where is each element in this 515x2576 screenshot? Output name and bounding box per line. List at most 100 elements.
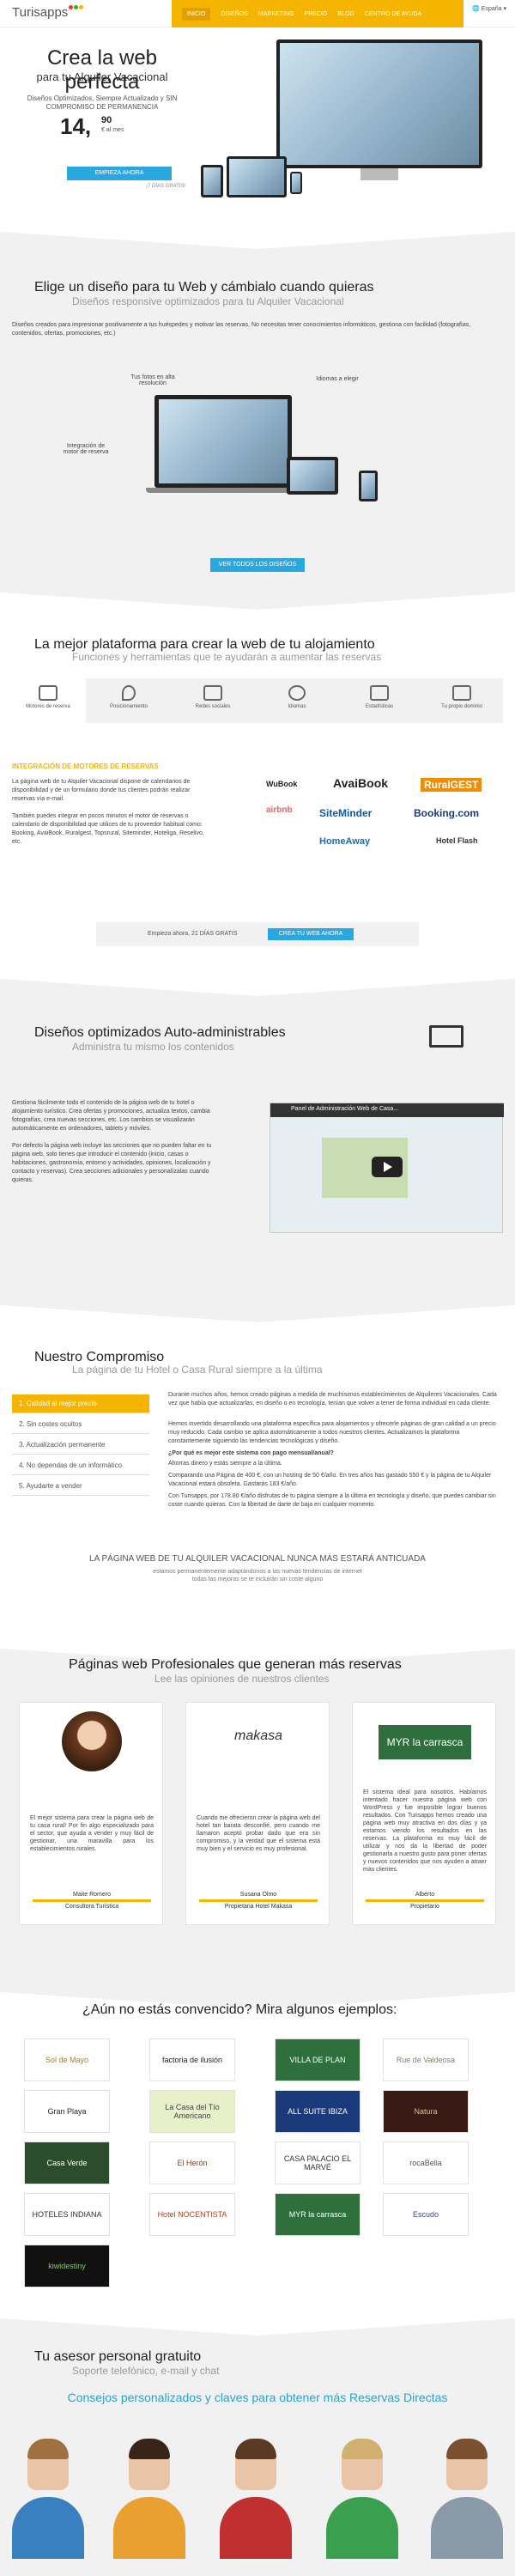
play-icon[interactable]	[372, 1157, 403, 1177]
example-logo[interactable]: Rue de Valdeosa	[383, 2038, 469, 2081]
advisor-photo	[319, 2439, 405, 2559]
menu-item-ayuda[interactable]: CENTRO DE AYUDA	[365, 11, 421, 17]
tab-updates[interactable]: 3. Actualización permanente	[12, 1436, 149, 1455]
commitment-p5: Con Turisapps, por 178.80 €/año disfruta…	[168, 1493, 496, 1508]
create-web-button[interactable]: CREA TU WEB AHORA	[268, 928, 354, 940]
section-divider	[0, 979, 515, 996]
platform-section: La mejor plataforma para crear la web de…	[0, 592, 515, 979]
menu-item-inicio[interactable]: INICIO	[182, 7, 211, 21]
tag-photos: Tus fotos en alta resolución	[130, 374, 175, 386]
admin-subtitle: Administra tu mismo los contenidos	[72, 1041, 234, 1053]
feature-domain[interactable]: Tu propio dominio	[436, 685, 488, 709]
advisor-subtitle: Soporte telefónico, e-mail y chat	[72, 2365, 220, 2377]
menu-item-disenos[interactable]: DISEÑOS	[221, 11, 248, 17]
example-logo[interactable]: Hotel NOCENTISTA	[149, 2193, 235, 2236]
devices-icon	[429, 1025, 464, 1048]
testimonials-title: Páginas web Profesionales que generan má…	[69, 1657, 402, 1672]
advisor-title: Tu asesor personal gratuito	[34, 2349, 202, 2364]
example-logo[interactable]: La Casa del Tío Americano	[149, 2090, 235, 2133]
section-divider	[0, 2318, 515, 2336]
example-logo[interactable]: Natura	[383, 2090, 469, 2133]
hero-features: Diseños Optimizados, Siempre Actualizado…	[27, 94, 178, 111]
phone-showcase	[359, 471, 378, 501]
menu-item-precio[interactable]: PRECIO	[305, 11, 328, 17]
domain-icon	[452, 685, 471, 701]
commitment-p2: Hemos invertido desarrollando una plataf…	[168, 1421, 496, 1444]
feature-seo[interactable]: Posicionamiento	[103, 685, 154, 709]
testimonial-divider	[199, 1899, 318, 1902]
hero-subtitle: para tu Alquiler Vacacional	[36, 70, 168, 83]
example-logo[interactable]: MYR la carrasca	[275, 2193, 360, 2236]
section-divider	[0, 592, 515, 610]
pin-icon	[122, 685, 136, 701]
tablet-mockup	[201, 165, 223, 197]
partner-booking: Booking.com	[414, 807, 480, 819]
testimonial-name: Alberto	[415, 1892, 435, 1898]
carrasca-logo: MYR la carrasca	[379, 1725, 471, 1759]
engine-text-1: La página web de tu Alquiler Vacacional …	[12, 779, 191, 802]
testimonial-role: Propietario	[410, 1904, 439, 1910]
example-logo[interactable]: HOTELES INDIANA	[24, 2193, 110, 2236]
examples-section: ¿Aún no estás convencido? Mira algunos e…	[0, 1992, 515, 2318]
example-logo[interactable]: El Herón	[149, 2142, 235, 2184]
example-logo[interactable]: Casa Verde	[24, 2142, 110, 2184]
tab-sell[interactable]: 5. Ayudarte a vender	[12, 1477, 149, 1496]
video-title: Panel de Administración Web de Casa...	[291, 1106, 399, 1112]
start-now-button[interactable]: EMPIEZA AHORA	[67, 167, 172, 180]
menu-item-marketing[interactable]: MARKETING	[258, 11, 294, 17]
commitment-question: ¿Por qué es mejor este sistema con pago …	[168, 1450, 334, 1456]
example-logo[interactable]: Sol de Mayo	[24, 2038, 110, 2081]
testimonial-role: Propietaria Hotel Makasa	[224, 1904, 293, 1910]
laptop-mockup	[227, 156, 287, 197]
testimonial-quote: Cuando me ofrecieron crear la página web…	[197, 1815, 320, 1852]
example-logo[interactable]: kiwidestiny	[24, 2245, 110, 2287]
admin-section: Diseños optimizados Auto-administrables …	[0, 979, 515, 1305]
tag-languages: Idiomas a elegir	[316, 376, 359, 382]
tag-booking-engine: Integración de motor de reserva	[63, 443, 109, 455]
example-logo[interactable]: Gran Playa	[24, 2090, 110, 2133]
feature-booking-engine[interactable]: Motores de reserva	[22, 685, 74, 709]
testimonial-divider	[33, 1899, 151, 1902]
commitment-section: Nuestro Compromiso La página de tu Hotel…	[0, 1305, 515, 1649]
video-title-bar: Panel de Administración Web de Casa...	[270, 1103, 504, 1117]
free-trial-note: ¡7 DÍAS GRATIS!	[146, 184, 186, 189]
main-menu: INICIO DISEÑOS MARKETING PRECIO BLOG CEN…	[172, 0, 464, 27]
example-logo[interactable]: ALL SUITE IBIZA	[275, 2090, 360, 2133]
trial-text: Empieza ahora, 21 DÍAS GRATIS	[148, 931, 238, 937]
advisor-photo	[213, 2439, 299, 2559]
social-icon	[203, 685, 222, 701]
menu-item-blog[interactable]: BLOG	[337, 11, 354, 17]
partner-siteminder: SiteMinder	[319, 807, 373, 819]
globe-icon	[288, 685, 306, 701]
video-player[interactable]: Panel de Administración Web de Casa...	[270, 1103, 504, 1233]
testimonial-quote: El sistema ideal para nosotros. Habíamos…	[363, 1789, 487, 1873]
section-divider	[0, 232, 515, 249]
desktop-mockup	[276, 39, 482, 168]
testimonial-quote: El mejor sistema para crear la página we…	[30, 1815, 154, 1852]
hero-price-period: € al mes	[101, 127, 124, 133]
example-logo[interactable]: Escudo	[383, 2193, 469, 2236]
feature-languages[interactable]: Idiomas	[271, 685, 323, 709]
top-nav: Turisapps INICIO DISEÑOS MARKETING PRECI…	[0, 0, 515, 27]
designs-subtitle: Diseños responsive optimizados para tu A…	[72, 295, 344, 307]
language-selector[interactable]: 🌐 España ▾	[472, 5, 506, 12]
commitment-p1: Durante muchos años, hemos creado página…	[168, 1392, 497, 1406]
tab-no-it[interactable]: 4. No dependas de un informático	[12, 1456, 149, 1475]
commitment-banner: LA PÁGINA WEB DE TU ALQUILER VACACIONAL …	[89, 1554, 426, 1564]
example-logo[interactable]: VILLA DE PLAN	[275, 2038, 360, 2081]
commitment-banner-sub: estamos permanentemente adaptándonos a l…	[153, 1569, 362, 1583]
view-all-designs-button[interactable]: VER TODOS LOS DISEÑOS	[210, 558, 305, 572]
logo[interactable]: Turisapps	[12, 5, 84, 20]
advisor-photo	[5, 2439, 91, 2559]
example-logo[interactable]: CASA PALACIO EL MARVÉ	[275, 2142, 360, 2184]
tab-quality[interactable]: 1. Calidad al mejor precio	[12, 1394, 149, 1413]
designs-section: Elige un diseño para tu Web y cámbialo c…	[0, 232, 515, 592]
feature-stats[interactable]: Estadísticas	[354, 685, 405, 709]
tab-no-hidden-costs[interactable]: 2. Sin costes ocultos	[12, 1415, 149, 1434]
feature-social[interactable]: Redes sociales	[187, 685, 239, 709]
example-logo[interactable]: factoria de ilusión	[149, 2038, 235, 2081]
hero-price-cents: 90	[101, 115, 112, 125]
testimonial-card: makasa Cuando me ofrecieron crear la pág…	[185, 1702, 330, 1925]
phone-mockup	[290, 172, 302, 194]
example-logo[interactable]: rocaBella	[383, 2142, 469, 2184]
